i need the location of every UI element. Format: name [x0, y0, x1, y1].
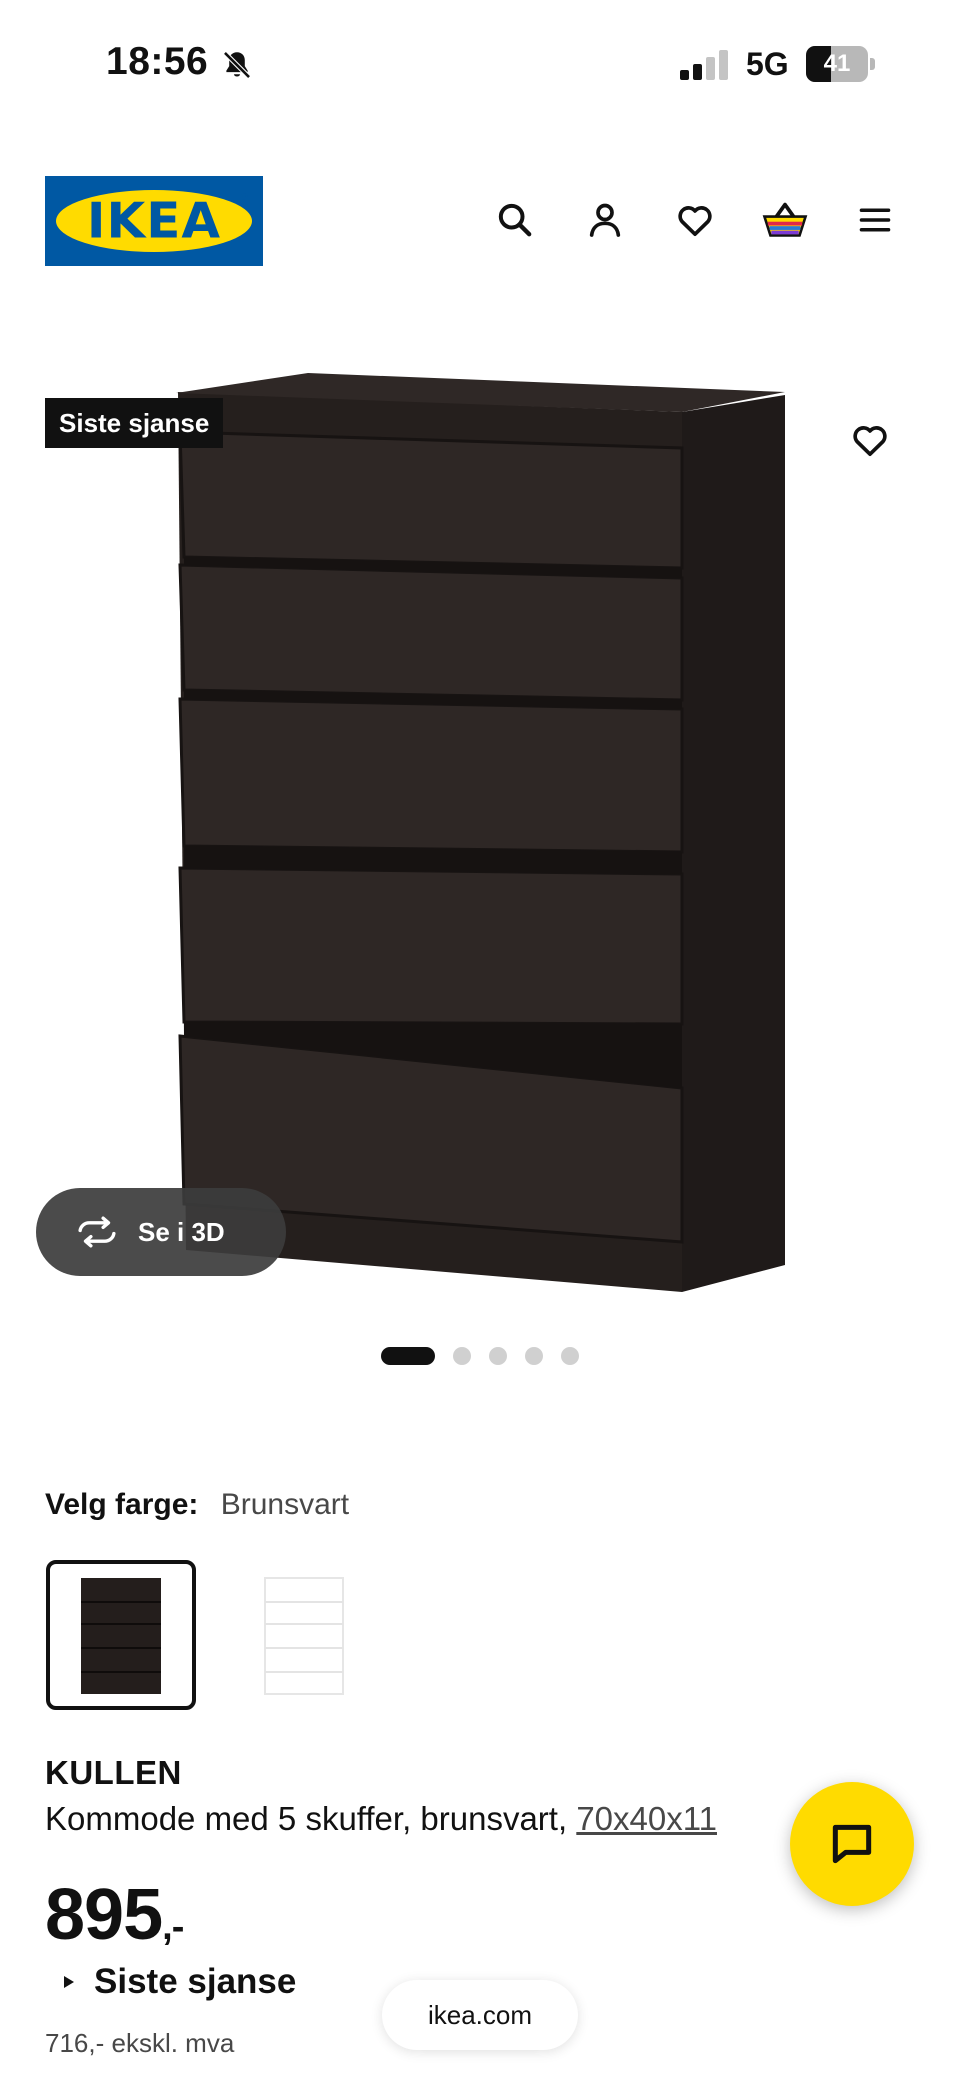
image-carousel-dots — [0, 1346, 960, 1366]
search-icon — [498, 203, 532, 237]
save-favourite-button[interactable] — [840, 410, 900, 470]
rotate-3d-icon — [78, 1216, 116, 1248]
product-dimensions-link[interactable]: 70x40x11 — [576, 1800, 717, 1837]
price-main: 895 — [45, 1875, 163, 1955]
swatch-image — [264, 1577, 344, 1695]
browser-url-pill[interactable]: ikea.com — [382, 1980, 578, 2050]
chat-icon — [832, 1824, 872, 1864]
view-in-3d-button[interactable]: Se i 3D — [36, 1188, 286, 1276]
color-value: Brunsvart — [220, 1488, 350, 1521]
product-name: KULLEN — [45, 1754, 182, 1791]
color-option-hvit[interactable] — [228, 1560, 378, 1710]
heart-icon — [853, 426, 887, 456]
product-description: Kommode med 5 skuffer, brunsvart, 70x40x… — [45, 1800, 825, 1838]
offer-label: Siste sjanse — [94, 1962, 297, 2001]
battery-indicator: 41 — [806, 46, 876, 82]
triangle-right-icon — [64, 1976, 74, 1988]
swatch-image — [81, 1578, 161, 1694]
last-chance-badge: Siste sjanse — [45, 398, 224, 448]
network-type: 5G — [746, 46, 789, 82]
browser-url: ikea.com — [427, 1999, 533, 2030]
carousel-dot[interactable] — [453, 1347, 471, 1365]
carousel-dot[interactable] — [525, 1347, 543, 1365]
search-button[interactable] — [490, 195, 540, 245]
product-price: 895,- — [45, 1874, 184, 1956]
color-label: Velg farge: — [45, 1488, 199, 1521]
carousel-dot[interactable] — [561, 1347, 579, 1365]
price-suffix: ,- — [162, 1906, 184, 1948]
basket-button[interactable] — [760, 195, 810, 245]
logo-text: IKEA — [86, 192, 222, 250]
account-icon — [589, 203, 621, 237]
signal-icon — [680, 50, 728, 80]
view-in-3d-label: Se i 3D — [138, 1216, 225, 1247]
product-image[interactable] — [0, 310, 960, 1320]
ikea-logo[interactable]: IKEA ® — [45, 176, 263, 266]
favourites-button[interactable] — [670, 195, 720, 245]
battery-level: 41 — [823, 50, 851, 77]
product-description-text: Kommode med 5 skuffer, brunsvart, — [45, 1800, 568, 1837]
last-chance-toggle[interactable]: Siste sjanse — [62, 1962, 296, 2002]
carousel-dot[interactable] — [381, 1347, 435, 1365]
color-selector-heading: Velg farge: Brunsvart — [45, 1488, 349, 1522]
carousel-dot[interactable] — [489, 1347, 507, 1365]
bell-muted-icon — [223, 51, 251, 79]
price-excl-vat: 716,- ekskl. mva — [45, 2028, 235, 2058]
heart-icon — [678, 206, 712, 237]
chat-button[interactable] — [790, 1782, 914, 1906]
color-option-brunsvart[interactable] — [46, 1560, 196, 1710]
menu-button[interactable] — [850, 195, 900, 245]
status-time: 18:56 — [106, 40, 209, 83]
menu-icon — [859, 208, 891, 232]
basket-icon — [762, 202, 808, 237]
account-button[interactable] — [580, 195, 630, 245]
